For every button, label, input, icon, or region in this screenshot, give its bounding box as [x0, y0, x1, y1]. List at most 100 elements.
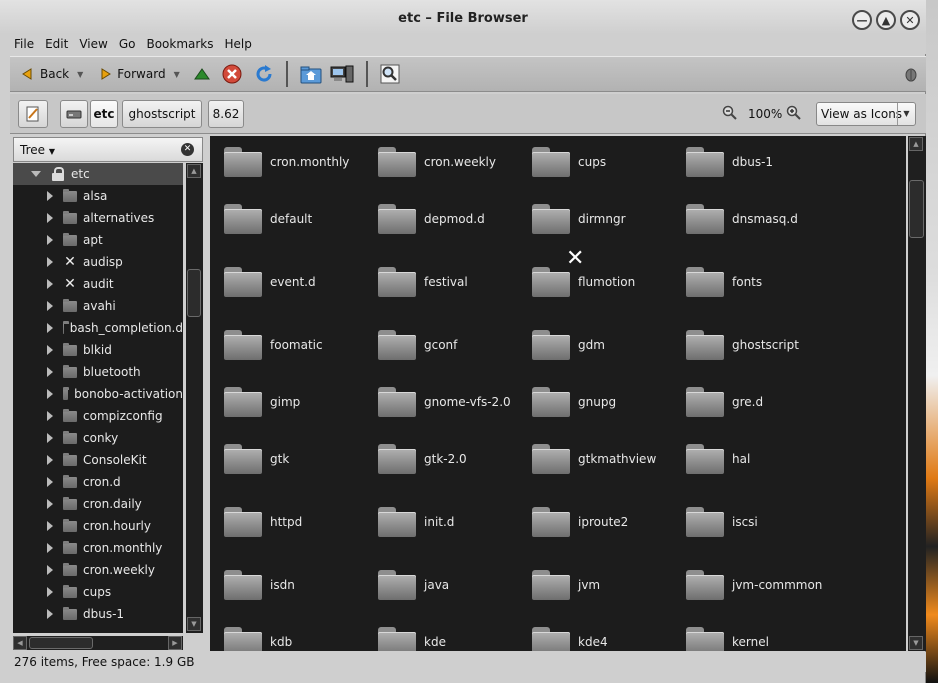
tree-row[interactable]: blkid: [13, 339, 183, 361]
expander-closed-icon[interactable]: [47, 433, 53, 443]
folder-item[interactable]: gtkmathview: [532, 439, 686, 479]
menu-help[interactable]: Help: [225, 37, 252, 51]
tree-horizontal-scrollbar[interactable]: ◀ ▶: [13, 636, 183, 650]
folder-item[interactable]: isdn: [224, 565, 378, 605]
tree-row[interactable]: ConsoleKit: [13, 449, 183, 471]
menu-go[interactable]: Go: [119, 37, 136, 51]
close-sidebar-button[interactable]: ✕: [181, 143, 194, 156]
folder-item[interactable]: fonts: [686, 262, 840, 302]
folder-item[interactable]: jvm-commmon: [686, 565, 840, 605]
expander-closed-icon[interactable]: [47, 543, 53, 553]
menu-view[interactable]: View: [79, 37, 107, 51]
tree-row[interactable]: apt: [13, 229, 183, 251]
folder-item[interactable]: iscsi: [686, 502, 840, 542]
expander-closed-icon[interactable]: [47, 609, 53, 619]
crumb-8-62[interactable]: 8.62: [208, 100, 244, 128]
expander-closed-icon[interactable]: [47, 213, 53, 223]
folder-item[interactable]: dirmngr: [532, 199, 686, 239]
folder-item[interactable]: iproute2: [532, 502, 686, 542]
maximize-button[interactable]: ▲: [876, 10, 896, 30]
tree-row[interactable]: cron.d: [13, 471, 183, 493]
tree-row[interactable]: cron.daily: [13, 493, 183, 515]
up-button[interactable]: [190, 60, 214, 88]
scroll-up-icon[interactable]: ▲: [187, 164, 201, 178]
expander-closed-icon[interactable]: [47, 279, 53, 289]
crumb-root[interactable]: [60, 100, 88, 128]
folder-item[interactable]: gre.d: [686, 382, 840, 422]
expander-closed-icon[interactable]: [47, 235, 53, 245]
search-button[interactable]: [376, 60, 404, 88]
tree-row[interactable]: alsa: [13, 185, 183, 207]
scroll-up-icon[interactable]: ▲: [909, 137, 923, 151]
back-dropdown-icon[interactable]: ▼: [77, 70, 83, 79]
folder-item[interactable]: cron.monthly: [224, 142, 378, 182]
title-bar[interactable]: etc – File Browser — ▲ ✕: [0, 0, 926, 34]
sidebar-type-select[interactable]: Tree ▼: [20, 143, 55, 157]
folder-item[interactable]: depmod.d: [378, 199, 532, 239]
computer-button[interactable]: [326, 60, 358, 88]
scrollbar-thumb[interactable]: [909, 180, 924, 238]
folder-item[interactable]: gconf: [378, 325, 532, 365]
home-button[interactable]: [296, 60, 326, 88]
expander-closed-icon[interactable]: [47, 257, 53, 267]
expander-closed-icon[interactable]: [47, 565, 53, 575]
menu-file[interactable]: File: [14, 37, 34, 51]
folder-item[interactable]: gimp: [224, 382, 378, 422]
scroll-left-icon[interactable]: ◀: [13, 636, 27, 650]
reload-button[interactable]: [250, 60, 278, 88]
menu-edit[interactable]: Edit: [45, 37, 68, 51]
folder-item[interactable]: gdm: [532, 325, 686, 365]
zoom-out-button[interactable]: [722, 105, 738, 124]
folder-item[interactable]: jvm: [532, 565, 686, 605]
tree-row[interactable]: compizconfig: [13, 405, 183, 427]
expander-closed-icon[interactable]: [47, 499, 53, 509]
expander-closed-icon[interactable]: [47, 587, 53, 597]
tree-row-etc[interactable]: etc: [13, 163, 183, 185]
crumb-ghostscript[interactable]: ghostscript: [122, 100, 202, 128]
tree-row[interactable]: ✕ audisp: [13, 251, 183, 273]
scrollbar-thumb[interactable]: [187, 269, 201, 317]
expander-closed-icon[interactable]: [47, 367, 53, 377]
tree-row[interactable]: dbus-1: [13, 603, 183, 625]
folder-item[interactable]: festival: [378, 262, 532, 302]
expander-closed-icon[interactable]: [47, 191, 53, 201]
tree-row[interactable]: cron.monthly: [13, 537, 183, 559]
zoom-in-button[interactable]: [786, 105, 802, 124]
folder-item[interactable]: dbus-1: [686, 142, 840, 182]
folder-item[interactable]: cron.weekly: [378, 142, 532, 182]
folder-item[interactable]: init.d: [378, 502, 532, 542]
tree-row[interactable]: bonobo-activation: [13, 383, 183, 405]
folder-item[interactable]: gtk-2.0: [378, 439, 532, 479]
close-button[interactable]: ✕: [900, 10, 920, 30]
folder-item[interactable]: flumotion: [532, 262, 686, 302]
forward-dropdown-icon[interactable]: ▼: [174, 70, 180, 79]
folder-item[interactable]: kernel: [686, 622, 840, 651]
view-mode-select[interactable]: View as Icons ▼: [816, 102, 916, 126]
tree-row[interactable]: cups: [13, 581, 183, 603]
expander-open-icon[interactable]: [31, 171, 41, 177]
tree-row[interactable]: cron.weekly: [13, 559, 183, 581]
tree-row[interactable]: bluetooth: [13, 361, 183, 383]
tree-row[interactable]: alternatives: [13, 207, 183, 229]
menu-bookmarks[interactable]: Bookmarks: [146, 37, 213, 51]
stop-button[interactable]: [218, 60, 246, 88]
minimize-button[interactable]: —: [852, 10, 872, 30]
folder-item[interactable]: event.d: [224, 262, 378, 302]
expander-closed-icon[interactable]: [47, 477, 53, 487]
forward-button[interactable]: Forward ▼: [95, 60, 183, 88]
folder-item[interactable]: dnsmasq.d: [686, 199, 840, 239]
expander-closed-icon[interactable]: [47, 411, 53, 421]
tree-row[interactable]: ✕ audit: [13, 273, 183, 295]
folder-item[interactable]: gnupg: [532, 382, 686, 422]
folder-item[interactable]: kde4: [532, 622, 686, 651]
folder-item[interactable]: kdb: [224, 622, 378, 651]
folder-item[interactable]: kde: [378, 622, 532, 651]
expander-closed-icon[interactable]: [47, 389, 53, 399]
icon-view-vertical-scrollbar[interactable]: ▲ ▼: [908, 136, 926, 651]
tree-row[interactable]: cron.hourly: [13, 515, 183, 537]
expander-closed-icon[interactable]: [47, 301, 53, 311]
expander-closed-icon[interactable]: [47, 345, 53, 355]
tree-row[interactable]: avahi: [13, 295, 183, 317]
folder-item[interactable]: hal: [686, 439, 840, 479]
folder-item[interactable]: java: [378, 565, 532, 605]
